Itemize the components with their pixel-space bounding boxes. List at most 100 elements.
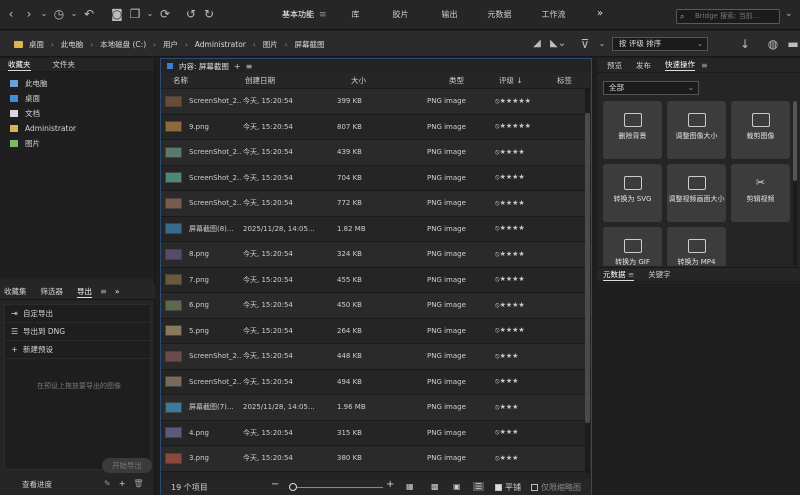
- convert-svg-button[interactable]: 转换为 SVG: [603, 164, 662, 222]
- panel-menu-icon[interactable]: ≡: [628, 270, 634, 279]
- zoom-out-icon[interactable]: −: [271, 479, 279, 490]
- rating-cell[interactable]: ⦸★★★: [491, 403, 557, 412]
- rating-cell[interactable]: ⦸★★★★★: [491, 122, 557, 131]
- rating-cell[interactable]: ⦸★★★: [491, 377, 557, 386]
- rating-cell[interactable]: ⦸★★★★: [491, 224, 557, 233]
- star-rating[interactable]: ★★★★: [500, 173, 525, 181]
- table-row[interactable]: ScreenShot_2... 今天, 15:20:54 494 KB PNG ima…: [161, 369, 591, 395]
- rating-cell[interactable]: ⦸★★★★: [491, 275, 557, 284]
- star-rating[interactable]: ★★★: [500, 352, 519, 360]
- thumbnail-image[interactable]: [165, 248, 182, 260]
- rating-cell[interactable]: ⦸★★★★: [491, 250, 557, 259]
- table-row[interactable]: 屏幕截图(7)... 2025/11/28, 14:05... 1.96 MB PNG…: [161, 395, 591, 421]
- breadcrumb-users[interactable]: 用户: [163, 39, 178, 50]
- remove-background-button[interactable]: 删除背景: [603, 101, 662, 159]
- camera-icon[interactable]: ◙: [110, 7, 124, 21]
- workspace-menu-icon[interactable]: ≡: [319, 10, 327, 20]
- grid-lock-icon[interactable]: ▦: [406, 482, 414, 491]
- quality-icon[interactable]: ◢: [530, 37, 544, 51]
- slider-knob[interactable]: [289, 483, 297, 491]
- table-row[interactable]: 9.png 今天, 15:20:54 807 KB PNG image ⦸★★★★★: [161, 114, 591, 140]
- chevron-right-icon[interactable]: ›: [285, 41, 288, 49]
- breadcrumb-pictures[interactable]: 图片: [263, 39, 278, 50]
- view-progress-link[interactable]: 查看进度: [22, 479, 52, 490]
- star-rating[interactable]: ★★★★: [500, 224, 525, 232]
- rating-cell[interactable]: ⦸★★★★★: [491, 97, 557, 106]
- tab-quick-actions[interactable]: 快速操作: [665, 59, 695, 71]
- thumbnail-image[interactable]: [165, 427, 182, 439]
- favorite-this-pc[interactable]: 此电脑: [10, 76, 154, 91]
- tab-workflow[interactable]: 工作流: [542, 9, 566, 20]
- chevron-right-icon[interactable]: ›: [51, 41, 54, 49]
- thumbnail-image[interactable]: [165, 350, 182, 362]
- star-rating[interactable]: ★★★★: [500, 199, 525, 207]
- tab-library[interactable]: 库: [352, 9, 360, 20]
- rating-cell[interactable]: ⦸★★★★: [491, 148, 557, 157]
- convert-gif-button[interactable]: 转换为 GIF: [603, 227, 662, 266]
- back-icon[interactable]: ‹: [4, 7, 18, 21]
- rating-cell[interactable]: ⦸★★★: [491, 428, 557, 437]
- chevron-down-icon[interactable]: ⌄: [598, 37, 606, 51]
- convert-mp4-button[interactable]: 转换为 MP4: [667, 227, 726, 266]
- column-type[interactable]: 类型: [389, 75, 491, 86]
- sort-direction-icon[interactable]: ↓: [738, 37, 752, 51]
- forward-icon[interactable]: ›: [22, 7, 36, 21]
- tab-folders[interactable]: 文件夹: [53, 59, 76, 70]
- breadcrumb-this-pc[interactable]: 此电脑: [61, 39, 84, 50]
- thumbnail-view-icon[interactable]: ▩: [431, 482, 439, 491]
- chevron-right-icon[interactable]: ›: [185, 41, 188, 49]
- export-item-custom[interactable]: ⇥ 自定导出: [5, 305, 150, 323]
- tab-collections[interactable]: 收藏集: [4, 286, 27, 297]
- open-recent-icon[interactable]: ◍: [766, 37, 780, 51]
- table-row[interactable]: 屏幕截图(8)... 2025/11/28, 14:05... 1.82 MB PNG…: [161, 216, 591, 242]
- search-input[interactable]: ⌕ Bridge 搜索: 当前...: [676, 9, 780, 24]
- panel-menu-icon[interactable]: ≡: [701, 61, 708, 70]
- table-row[interactable]: 4.png 今天, 15:20:54 315 KB PNG image ⦸★★★: [161, 420, 591, 446]
- thumbnails-only-toggle[interactable]: 仅限缩略图: [531, 482, 581, 493]
- panel-menu-icon[interactable]: ≡: [246, 62, 253, 71]
- add-tab-icon[interactable]: +: [234, 62, 241, 71]
- table-row[interactable]: ScreenShot_2... 今天, 15:20:54 399 KB PNG ima…: [161, 89, 591, 115]
- tab-output[interactable]: 输出: [442, 9, 458, 20]
- tab-favorites[interactable]: 收藏夹: [8, 59, 31, 71]
- thumbnail-image[interactable]: [165, 146, 182, 158]
- thumbnail-image[interactable]: [165, 121, 182, 133]
- star-rating[interactable]: ★★★★: [500, 250, 525, 258]
- detail-view-icon[interactable]: ▣: [453, 482, 461, 491]
- tab-publish[interactable]: 发布: [636, 60, 651, 71]
- column-tag[interactable]: 标签: [557, 75, 587, 86]
- list-view-icon[interactable]: ☰: [473, 482, 485, 491]
- thumbnail-image[interactable]: [165, 223, 182, 235]
- thumbnail-image[interactable]: [165, 172, 182, 184]
- zoom-in-icon[interactable]: +: [386, 479, 394, 490]
- tab-metadata-panel[interactable]: 元数据 ≡: [603, 269, 635, 281]
- crop-image-button[interactable]: 裁剪图像: [731, 101, 790, 159]
- star-rating[interactable]: ★★★: [500, 454, 519, 462]
- history-icon[interactable]: ◷: [52, 7, 66, 21]
- more-panels-icon[interactable]: »: [115, 287, 120, 296]
- tab-keywords[interactable]: 关键字: [648, 269, 671, 280]
- tab-filmstrip[interactable]: 胶片: [393, 9, 409, 20]
- thumbnail-image[interactable]: [165, 299, 182, 311]
- start-export-button[interactable]: 开始导出: [102, 458, 152, 473]
- tab-export[interactable]: 导出: [77, 286, 92, 298]
- thumbnail-image[interactable]: [165, 95, 182, 107]
- star-rating[interactable]: ★★★★: [500, 301, 525, 309]
- star-rating[interactable]: ★★★★: [500, 326, 525, 334]
- thumbnail-image[interactable]: [165, 401, 182, 413]
- star-rating[interactable]: ★★★: [500, 403, 519, 411]
- table-row[interactable]: 3.png 今天, 15:20:54 380 KB PNG image ⦸★★★: [161, 446, 591, 472]
- breadcrumb-screenshots[interactable]: 屏幕截图: [295, 39, 325, 50]
- breadcrumb-local-disk[interactable]: 本地磁盘 (C:): [100, 39, 146, 50]
- star-rating[interactable]: ★★★★: [500, 275, 525, 283]
- star-rating[interactable]: ★★★: [500, 377, 519, 385]
- action-filter-select[interactable]: 全部 ⌄: [603, 81, 699, 95]
- rating-cell[interactable]: ⦸★★★★: [491, 301, 557, 310]
- table-row[interactable]: ScreenShot_2... 今天, 15:20:54 772 KB PNG ima…: [161, 191, 591, 217]
- rating-cell[interactable]: ⦸★★★★: [491, 326, 557, 335]
- thumbnail-size-slider[interactable]: [291, 487, 383, 488]
- table-row[interactable]: ScreenShot_2... 今天, 15:20:54 704 KB PNG ima…: [161, 165, 591, 191]
- new-folder-icon[interactable]: ▬: [786, 37, 800, 51]
- export-item-new-preset[interactable]: + 新建预设: [5, 341, 150, 359]
- refresh-icon[interactable]: ⟳: [158, 7, 172, 21]
